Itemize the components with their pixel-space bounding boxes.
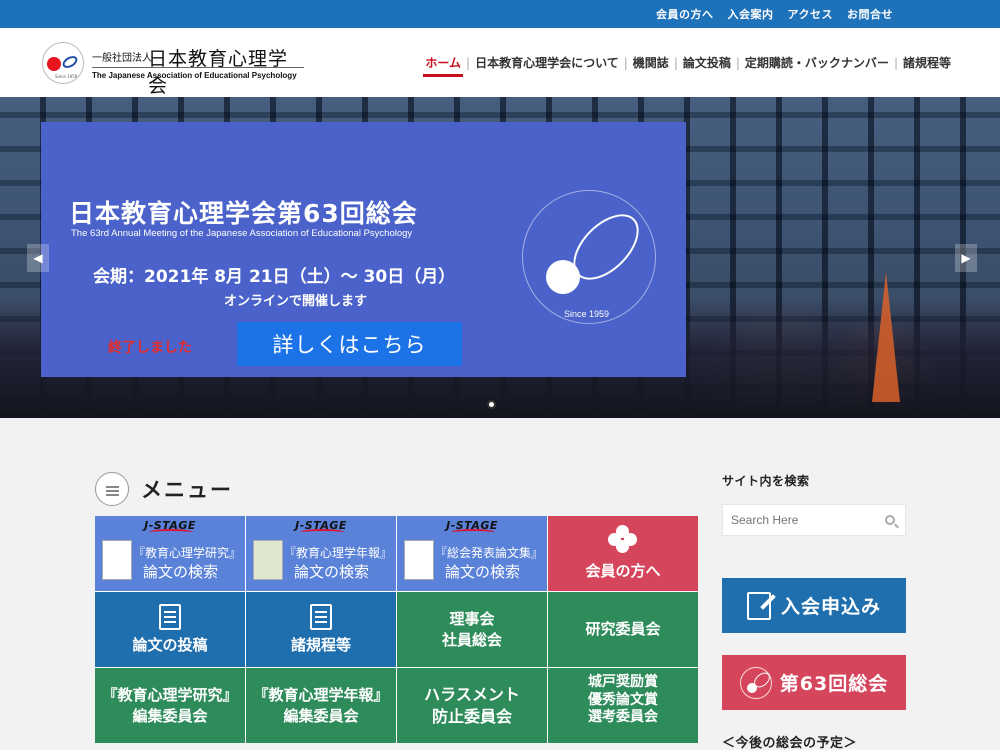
link-membership-info[interactable]: 入会案内: [728, 6, 774, 22]
association-emblem-icon: [739, 666, 772, 699]
tile-submission[interactable]: 論文の投稿: [95, 592, 245, 667]
list-icon: [95, 472, 129, 506]
banner-subtitle: The 63rd Annual Meeting of the Japanese …: [71, 228, 413, 239]
document-icon: [310, 603, 332, 630]
tile-label: 編集委員会: [132, 706, 208, 725]
ended-notice: 終了しました: [108, 340, 192, 356]
tower-silhouette: [872, 272, 900, 402]
tile-board[interactable]: 理事会 社員総会: [397, 592, 547, 667]
hero-slider: 日本教育心理学会第63回総会 The 63rd Annual Meeting o…: [0, 97, 1000, 418]
application-form-icon: [746, 591, 771, 620]
clover-icon: [608, 525, 638, 555]
tile-label: 論文の検索: [143, 563, 219, 581]
future-meetings-heading: ＜今後の総会の予定＞: [722, 736, 858, 750]
tile-label: ハラスメント: [424, 684, 520, 704]
nav-home[interactable]: ホーム: [420, 28, 466, 97]
tile-label: 社員総会: [441, 630, 502, 649]
logo-english-name: The Japanese Association of Educational …: [92, 71, 297, 80]
tile-members[interactable]: 会員の方へ: [548, 516, 698, 591]
link-access[interactable]: アクセス: [788, 6, 833, 22]
menu-title: メニュー: [141, 478, 233, 502]
tile-label: 城戸奨励賞: [588, 674, 658, 690]
tile-label: 研究委員会: [585, 620, 661, 639]
tile-label: 論文の検索: [294, 563, 370, 581]
site-search: [722, 504, 906, 536]
journal-cover-thumbnail: [102, 540, 132, 580]
search-icon[interactable]: [885, 515, 895, 525]
banner-title: 日本教育心理学会第63回総会: [69, 199, 418, 228]
menu-grid: J-STAGE 『教育心理学研究』 論文の検索 J-STAGE 『教育心理学年報…: [95, 516, 698, 743]
site-header: Since 1959 一般社団法人 日本教育心理学会 The Japanese …: [0, 28, 1000, 97]
tile-label: 『教育心理学研究』: [102, 686, 238, 705]
join-button[interactable]: 入会申込み: [722, 578, 906, 633]
slider-prev-arrow-icon[interactable]: ◀: [27, 244, 49, 272]
tile-label: 会員の方へ: [585, 562, 661, 581]
tile-regulations[interactable]: 諸規程等: [246, 592, 396, 667]
search-input[interactable]: [723, 505, 879, 535]
logo-divider: [92, 67, 304, 68]
association-emblem-icon: Since 1959: [514, 182, 664, 332]
top-utility-bar: 会員の方へ 入会案内 アクセス お問合せ: [0, 0, 1000, 28]
tile-label: 防止委員会: [431, 706, 512, 726]
tile-label: 理事会: [449, 610, 495, 629]
details-button[interactable]: 詳しくはこちら: [237, 322, 462, 366]
jstage-proceedings-search[interactable]: J-STAGE 『総会発表論文集』 論文の検索: [397, 516, 547, 591]
jstage-annual-report-search[interactable]: J-STAGE 『教育心理学年報』 論文の検索: [246, 516, 396, 591]
tile-label: 論文の検索: [445, 563, 521, 581]
tile-caption: 『教育心理学年報』: [284, 546, 393, 560]
logo-org-type: 一般社団法人: [92, 53, 152, 64]
tile-research-editorial[interactable]: 『教育心理学研究』 編集委員会: [95, 668, 245, 743]
tile-award-committee[interactable]: 城戸奨励賞 優秀論文賞 選考委員会: [548, 668, 698, 743]
main-nav: ホーム | 日本教育心理学会について | 機関誌 | 論文投稿 | 定期購読・バ…: [420, 28, 956, 97]
nav-subscription[interactable]: 定期購読・バックナンバー: [740, 28, 894, 97]
meeting-label: 第63回総会: [779, 673, 889, 695]
nav-submission[interactable]: 論文投稿: [678, 28, 736, 97]
tile-label: 諸規程等: [290, 635, 351, 654]
emblem-since: Since 1959: [564, 309, 610, 319]
tile-label: 『教育心理学年報』: [253, 686, 389, 705]
tile-research-committee[interactable]: 研究委員会: [548, 592, 698, 667]
site-logo[interactable]: Since 1959 一般社団法人 日本教育心理学会 The Japanese …: [42, 39, 307, 97]
search-heading: サイト内を検索: [722, 474, 810, 488]
tile-label: 選考委員会: [588, 709, 658, 725]
tile-harassment[interactable]: ハラスメント 防止委員会: [397, 668, 547, 743]
tile-annual-editorial[interactable]: 『教育心理学年報』 編集委員会: [246, 668, 396, 743]
journal-cover-thumbnail: [404, 540, 434, 580]
tile-caption: 『教育心理学研究』: [133, 546, 242, 560]
annual-meeting-button[interactable]: 第63回総会: [722, 655, 906, 710]
meeting-banner[interactable]: 日本教育心理学会第63回総会 The 63rd Annual Meeting o…: [41, 122, 686, 377]
join-label: 入会申込み: [780, 596, 881, 618]
nav-about[interactable]: 日本教育心理学会について: [470, 28, 624, 97]
tile-label: 優秀論文賞: [588, 691, 658, 708]
utility-links: 会員の方へ 入会案内 アクセス お問合せ: [656, 0, 893, 28]
journal-cover-thumbnail: [253, 540, 283, 580]
link-members[interactable]: 会員の方へ: [656, 6, 714, 22]
tile-caption: 『総会発表論文集』: [435, 546, 544, 560]
tile-label: 編集委員会: [283, 706, 359, 725]
edit-icon: [159, 603, 181, 630]
jstage-research-search[interactable]: J-STAGE 『教育心理学研究』 論文の検索: [95, 516, 245, 591]
tile-label: 論文の投稿: [132, 635, 208, 654]
slider-dot[interactable]: [487, 400, 496, 409]
link-contact[interactable]: お問合せ: [847, 6, 893, 22]
association-emblem-icon: Since 1959: [42, 42, 84, 84]
banner-dates: 会期：2021年 8月 21日（土）～ 30日（月）: [93, 267, 456, 287]
nav-journals[interactable]: 機関誌: [628, 28, 674, 97]
slider-next-arrow-icon[interactable]: ▶: [955, 244, 977, 272]
banner-online-note: オンラインで開催します: [224, 294, 368, 309]
nav-regulations[interactable]: 諸規程等: [898, 28, 956, 97]
